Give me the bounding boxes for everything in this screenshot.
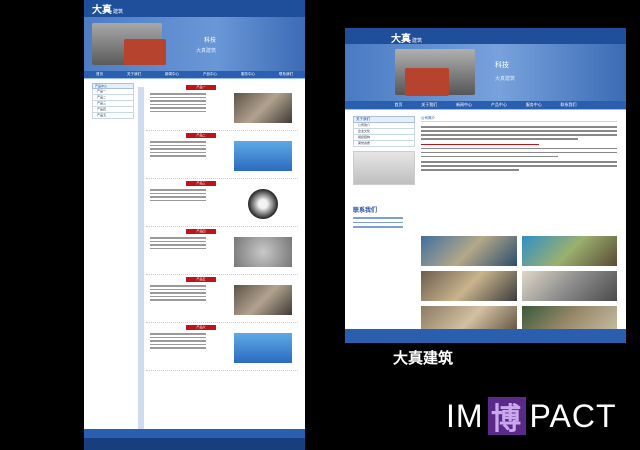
mockup-nav: 首页 关于我们 新闻中心 产品中心 服务中心 联系我们: [345, 101, 626, 110]
section-tag: 产品二: [186, 133, 216, 138]
product-section: 产品一: [146, 83, 298, 131]
mockup-banner: 科技 大真建筑: [84, 17, 305, 71]
logo-prefix: IM: [446, 397, 484, 434]
section-image: [234, 93, 292, 123]
banner-subtitle: 大真建筑: [495, 76, 516, 82]
product-section: 产品二: [146, 131, 298, 179]
mockup-content: 公司简介: [421, 116, 617, 336]
nav-item[interactable]: 服务中心: [241, 72, 255, 77]
contact-lines: [353, 217, 415, 228]
product-section: 产品五: [146, 275, 298, 323]
section-text: [150, 93, 206, 114]
section-tag: 产品四: [186, 229, 216, 234]
section-tag: 产品三: [186, 181, 216, 186]
vertical-strip: [138, 87, 144, 443]
mockup-sidebar: 产品中心 产品一 产品二 产品三 产品四 产品五: [92, 83, 134, 119]
logo-glyph-box: 博: [487, 397, 526, 437]
sidebar-item[interactable]: 荣誉资质: [353, 141, 415, 147]
nav-item[interactable]: 首页: [96, 72, 103, 77]
mockup-body: 关于我们 公司简介 企业文化 组织结构 荣誉资质 联系我们 公司简介: [345, 110, 626, 343]
contact-title: 联系我们: [353, 207, 378, 214]
truck-image: [124, 39, 166, 65]
sidebar-image: [353, 151, 415, 185]
product-section: 产品六: [146, 323, 298, 371]
nav-item[interactable]: 联系我们: [561, 102, 577, 108]
section-image: [248, 189, 278, 219]
nav-item[interactable]: 关于我们: [421, 102, 437, 108]
nav-item[interactable]: 服务中心: [526, 102, 542, 108]
section-image: [234, 333, 292, 363]
banner-subtitle: 大真建筑: [196, 48, 217, 54]
banner-title: 科技: [495, 61, 509, 69]
mockup-header: 大真建筑: [345, 28, 626, 45]
sidebar-header: 关于我们: [353, 116, 415, 123]
intro-paragraph: [421, 143, 617, 157]
long-page-mockup: 大真建筑 科技 大真建筑 首页 关于我们 新闻中心 产品中心 服务中心 联系我们…: [84, 0, 305, 450]
sidebar-item[interactable]: 产品五: [92, 113, 134, 119]
section-text: [150, 237, 206, 251]
mockup-body: 产品中心 产品一 产品二 产品三 产品四 产品五 产品一 产品二 产品三 产品四…: [84, 79, 305, 443]
impact-logo: IM 博 PACT: [446, 397, 617, 437]
nav-item[interactable]: 产品中心: [491, 102, 507, 108]
section-text: [150, 333, 206, 351]
mockup-nav: 首页 关于我们 新闻中心 产品中心 服务中心 联系我们: [84, 71, 305, 79]
nav-item[interactable]: 联系我们: [279, 72, 293, 77]
section-image: [234, 285, 292, 315]
section-tag: 产品一: [186, 85, 216, 90]
section-text: [150, 285, 206, 303]
mockup-banner: 科技 大真建筑: [345, 44, 626, 101]
mockup-logo[interactable]: 大真建筑: [92, 1, 123, 16]
section-tag: 产品五: [186, 277, 216, 282]
gallery-image[interactable]: [421, 236, 517, 266]
gallery-image[interactable]: [521, 236, 617, 266]
gallery-image[interactable]: [421, 271, 517, 301]
product-section: 产品四: [146, 227, 298, 275]
section-image: [234, 237, 292, 267]
section-text: [150, 189, 206, 203]
mockup-header: 大真建筑: [84, 0, 305, 17]
breadcrumb: 公司简介: [421, 116, 617, 122]
mockup-content: 产品一 产品二 产品三 产品四 产品五 产品六: [138, 83, 298, 443]
logo-glyph: 博: [491, 402, 523, 437]
product-section: 产品三: [146, 179, 298, 227]
nav-item[interactable]: 首页: [394, 102, 402, 108]
mockup-logo[interactable]: 大真建筑: [391, 30, 422, 45]
mockup-sidebar: 关于我们 公司简介 企业文化 组织结构 荣誉资质 联系我们: [353, 116, 415, 228]
mockup-footer: [84, 429, 305, 438]
mockup-footer-bar: [84, 438, 305, 450]
section-image: [234, 141, 292, 171]
intro-paragraph: [421, 126, 617, 140]
nav-item[interactable]: 关于我们: [127, 72, 141, 77]
gallery-image[interactable]: [521, 271, 617, 301]
banner-title: 科技: [204, 37, 217, 44]
nav-item[interactable]: 新闻中心: [456, 102, 472, 108]
project-gallery: [421, 236, 617, 336]
mockup-footer: [345, 329, 626, 343]
about-page-mockup: 大真建筑 科技 大真建筑 首页 关于我们 新闻中心 产品中心 服务中心 联系我们…: [345, 28, 626, 343]
intro-paragraph: [421, 161, 617, 171]
section-text: [150, 141, 206, 159]
nav-item[interactable]: 产品中心: [203, 72, 217, 77]
section-tag: 产品六: [186, 325, 216, 330]
nav-item[interactable]: 新闻中心: [165, 72, 179, 77]
project-caption: 大真建筑: [393, 349, 454, 367]
logo-suffix: PACT: [529, 397, 617, 434]
truck-image: [405, 68, 449, 96]
